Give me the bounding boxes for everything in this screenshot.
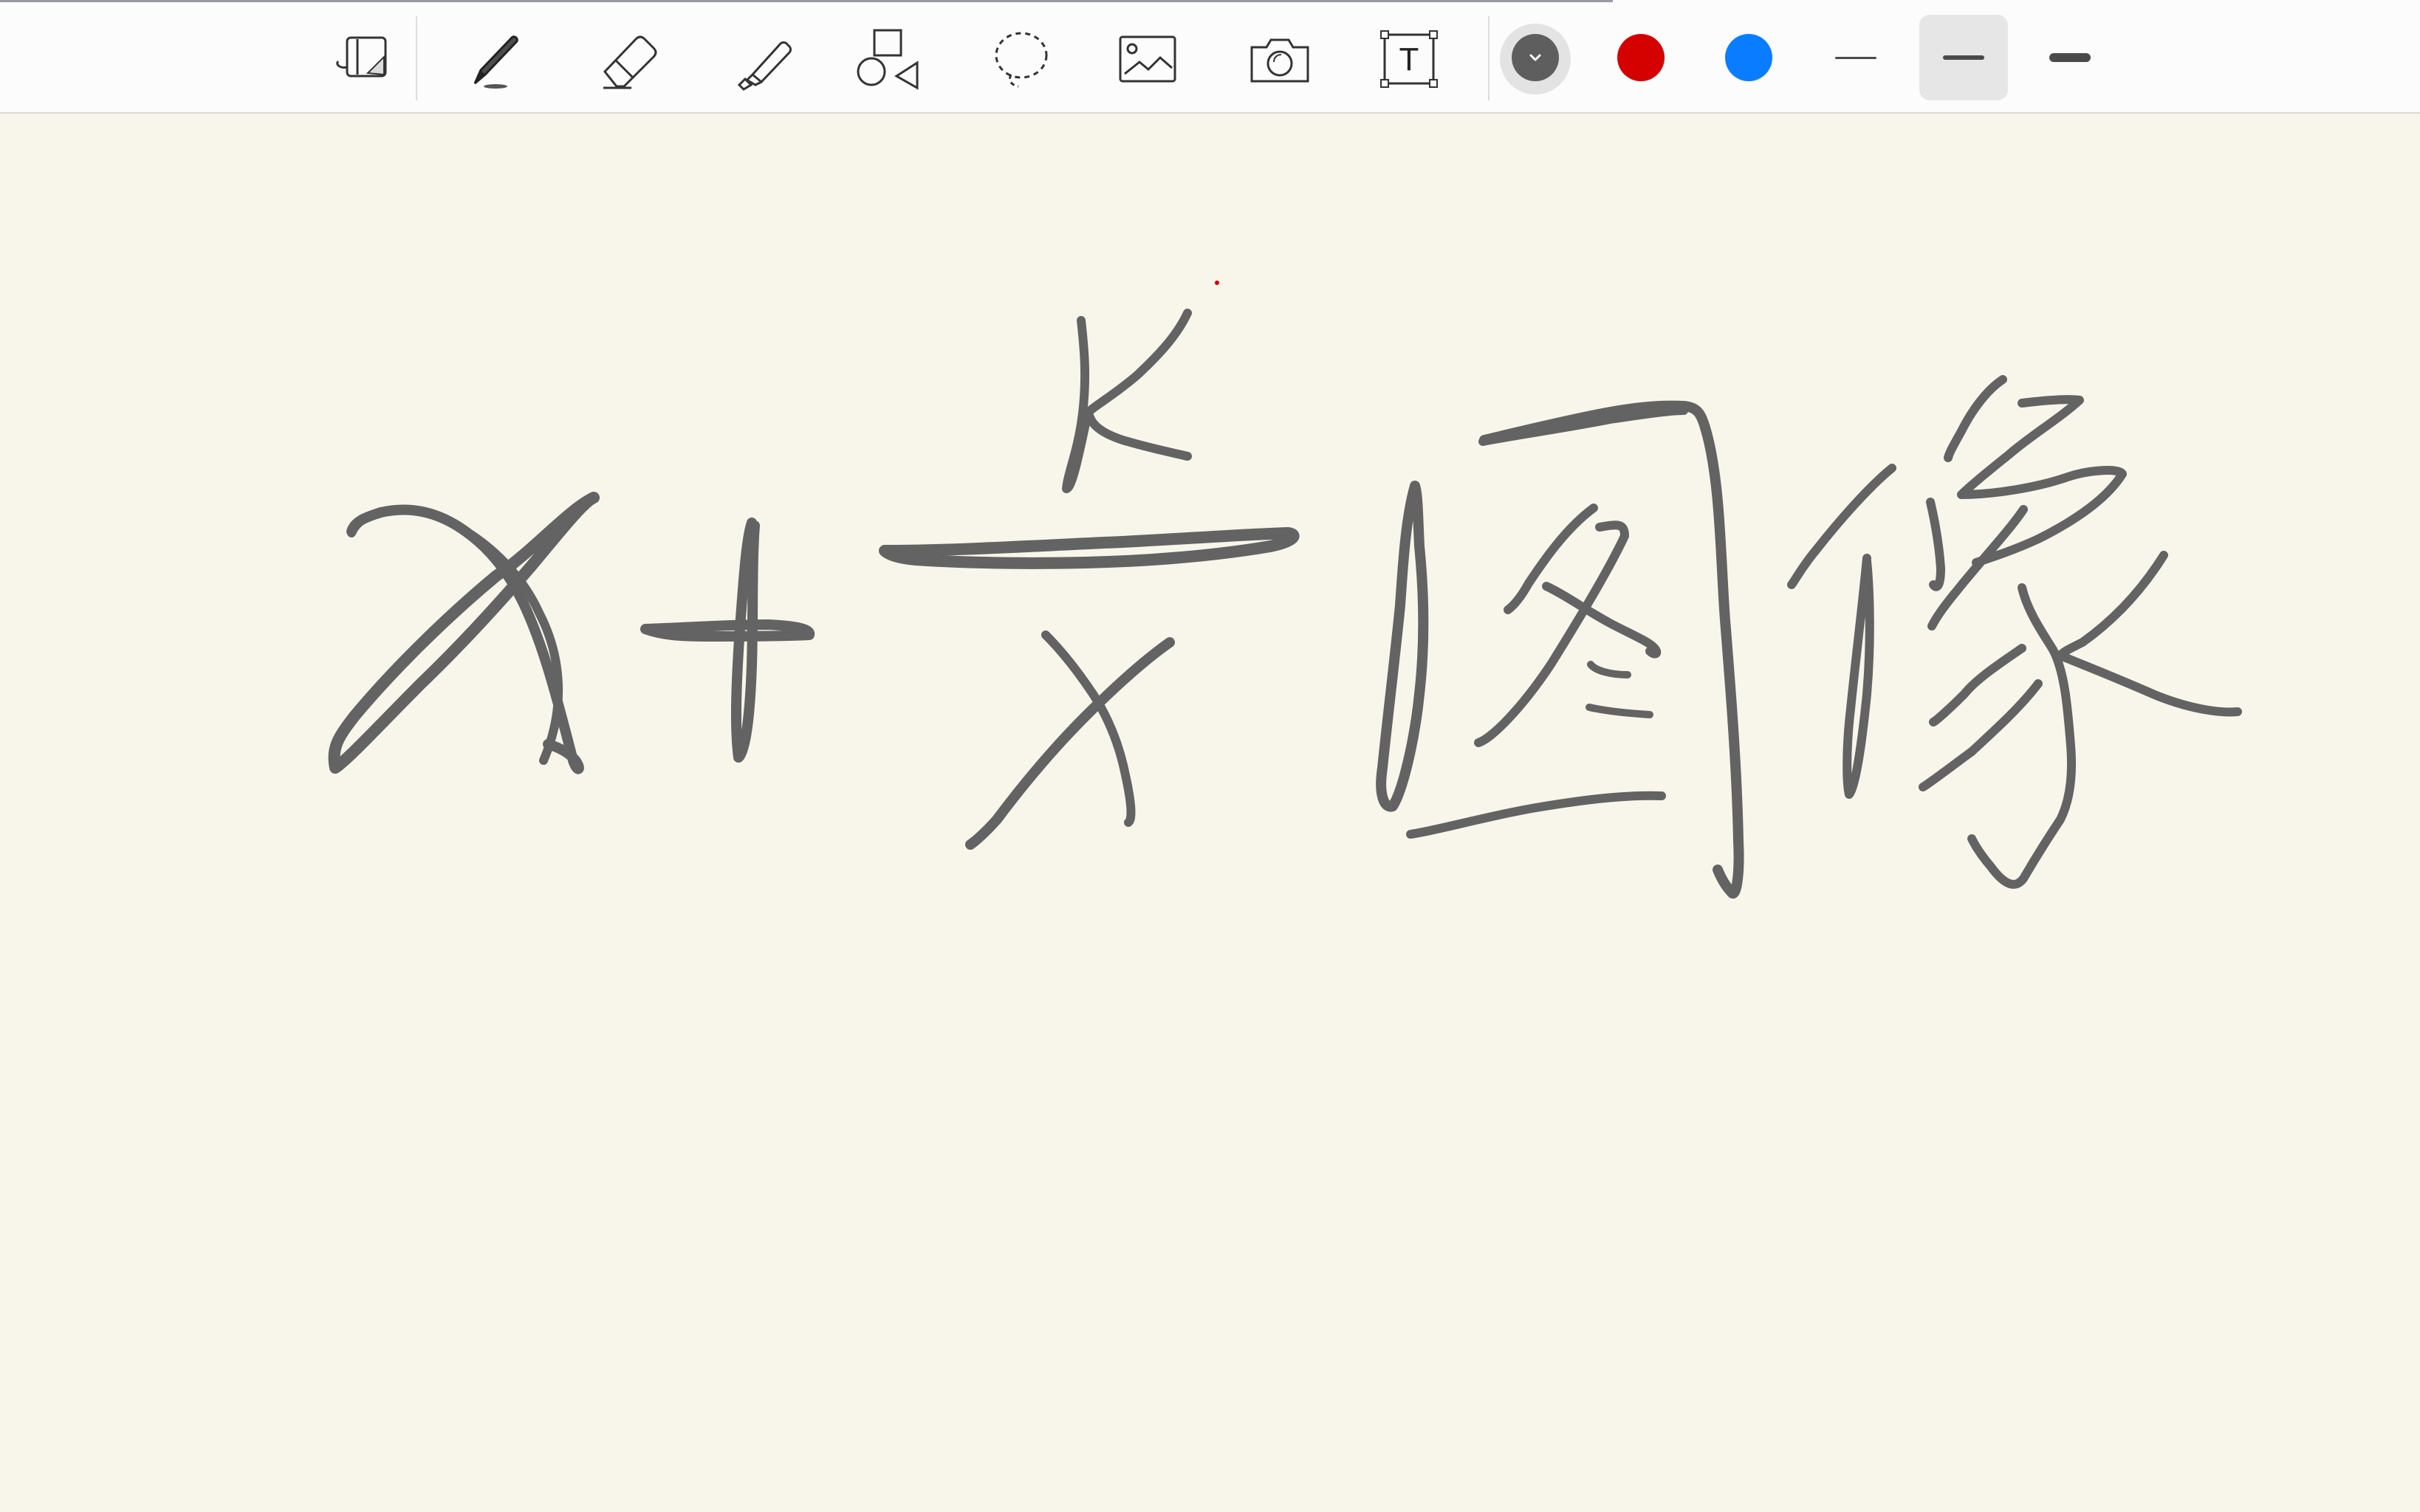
color-swatch-blue[interactable] xyxy=(1725,34,1772,81)
color-swatch-dark-gray[interactable] xyxy=(1512,34,1559,81)
stroke-width-medium[interactable] xyxy=(1919,15,2008,100)
page-layout-icon[interactable] xyxy=(325,22,399,96)
stroke-width-thin[interactable] xyxy=(1811,15,1900,100)
toolbar-divider xyxy=(1488,16,1490,100)
handwritten-char-xiang xyxy=(1787,375,2242,889)
text-box-icon[interactable]: T xyxy=(1372,22,1446,96)
handwritten-k xyxy=(1062,309,1192,493)
drawing-canvas[interactable] xyxy=(0,114,2420,1512)
toolbar: T xyxy=(0,0,2420,114)
notes-app: T xyxy=(0,0,2420,1512)
highlighter-icon[interactable] xyxy=(722,22,796,96)
stroke-width-thick[interactable] xyxy=(2026,15,2114,100)
image-icon[interactable] xyxy=(1111,22,1185,96)
text-box-glyph: T xyxy=(1399,41,1419,78)
shapes-icon[interactable] xyxy=(851,22,925,96)
lasso-icon[interactable] xyxy=(982,22,1056,96)
handwritten-fraction-bar xyxy=(879,527,1300,569)
pen-icon[interactable] xyxy=(458,22,532,96)
chevron-down-icon xyxy=(1512,34,1559,81)
loading-progress-bar xyxy=(0,0,1613,2)
stroke-width-thick-line xyxy=(2049,53,2091,62)
ink-layer xyxy=(328,281,2242,898)
eraser-icon[interactable] xyxy=(591,22,665,96)
handwritten-plus xyxy=(640,518,815,763)
toolbar-divider xyxy=(416,16,417,100)
stroke-width-thin-line xyxy=(1835,56,1876,59)
stroke-width-medium-line xyxy=(1943,55,1984,60)
stray-ink-dot xyxy=(1215,281,1219,285)
handwritten-char-tu xyxy=(1376,400,1744,898)
handwritten-x xyxy=(328,492,600,774)
color-swatch-red[interactable] xyxy=(1617,34,1665,81)
handwritten-x-denominator xyxy=(965,630,1175,850)
camera-icon[interactable] xyxy=(1242,22,1316,96)
